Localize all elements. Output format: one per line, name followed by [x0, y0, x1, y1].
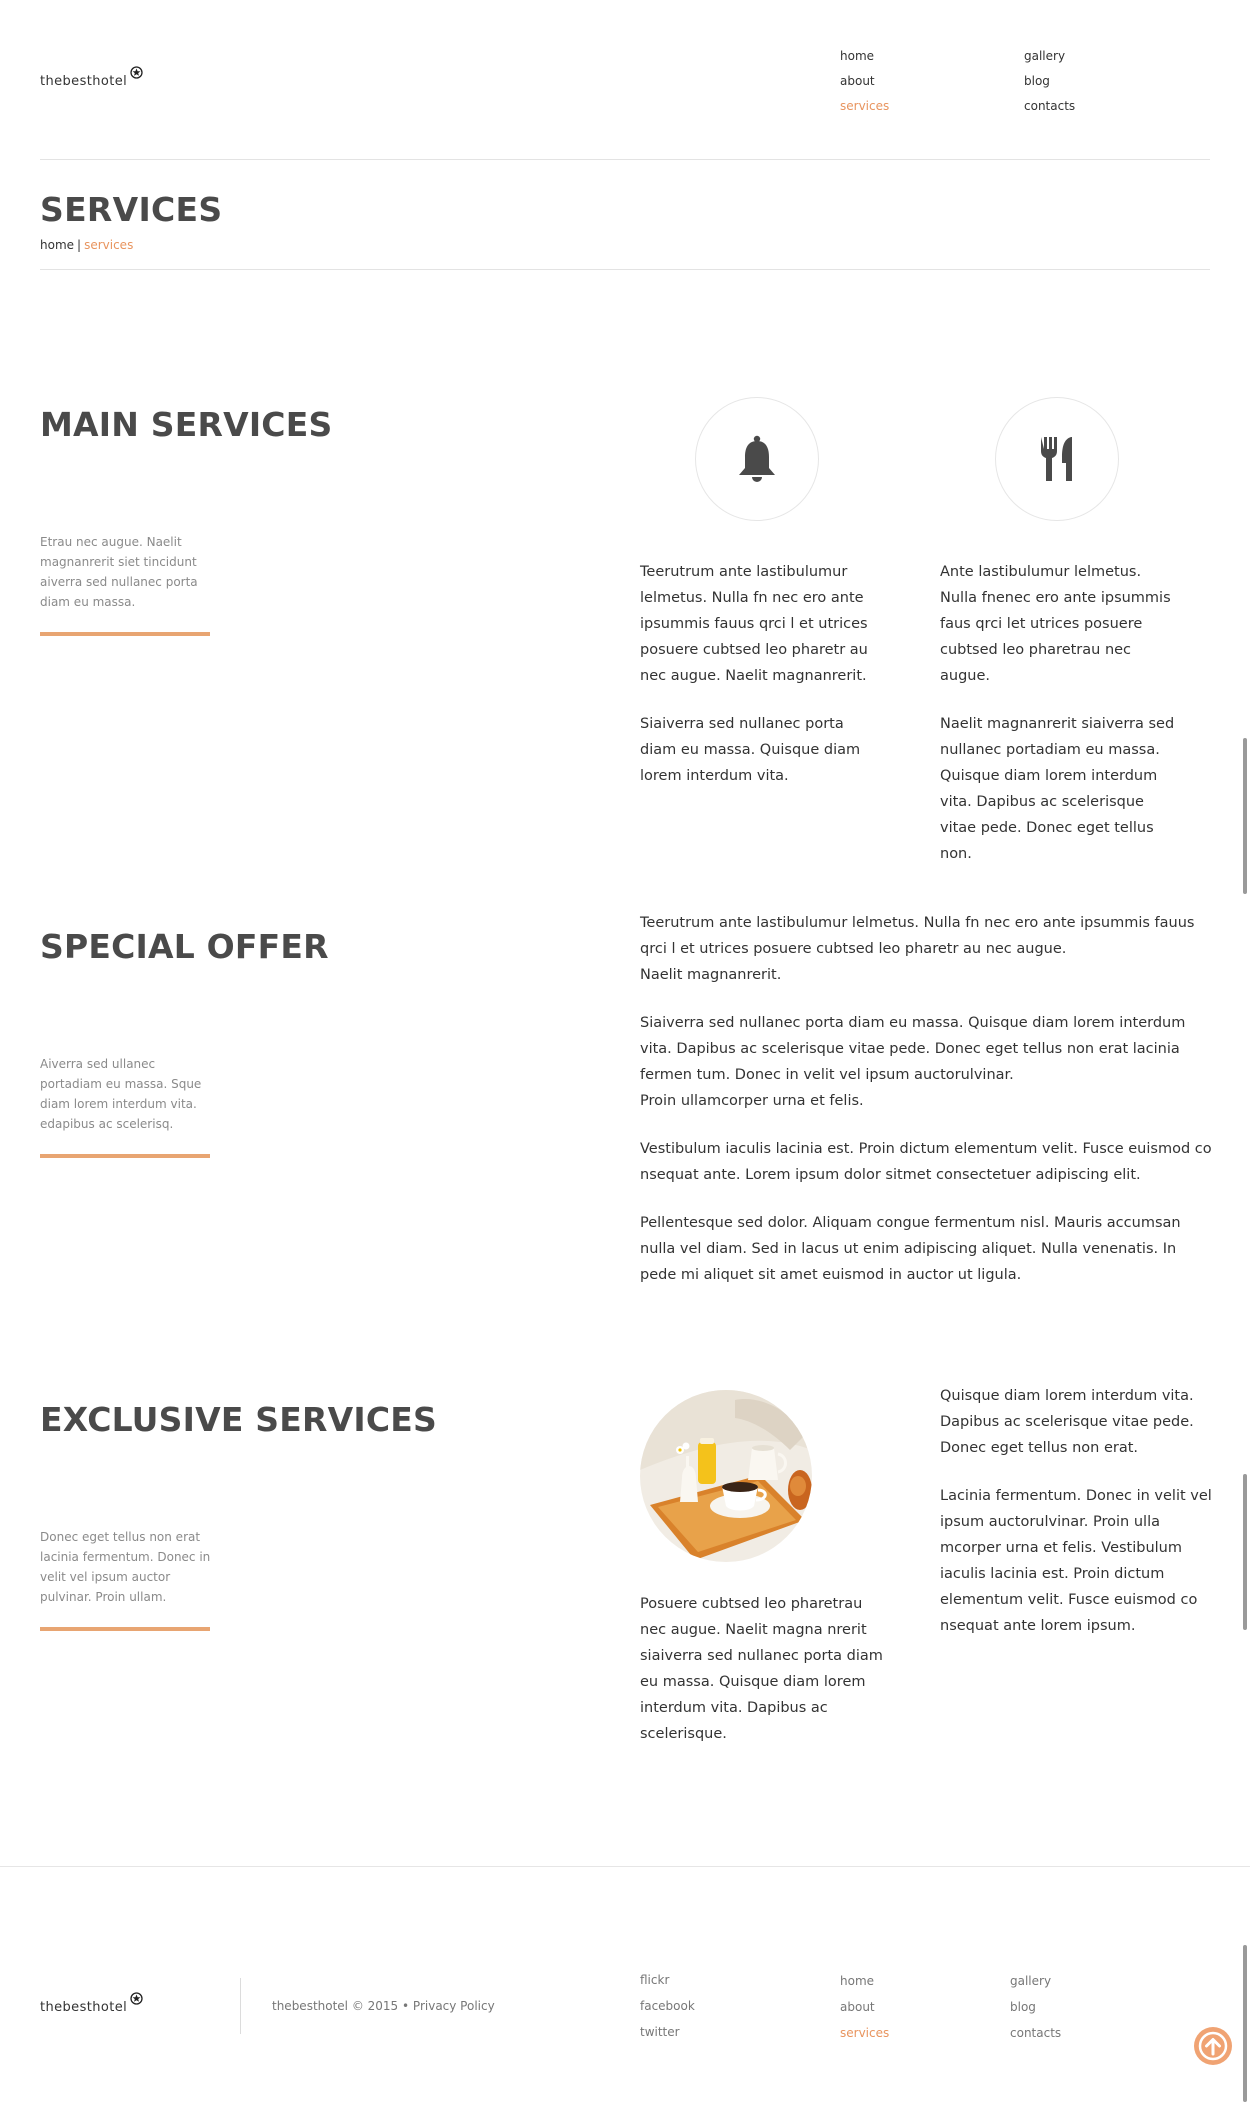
- restaurant-icon-circle: [995, 397, 1119, 521]
- nav-item-home[interactable]: home: [840, 44, 980, 69]
- main-nav-column-1: home about services: [840, 44, 980, 119]
- footer-copyright: thebesthotel © 2015 • Privacy Policy: [272, 1999, 495, 2013]
- special-offer-accent-line: [40, 1154, 210, 1158]
- footer-link-flickr[interactable]: flickr: [640, 1967, 760, 1993]
- footer-logo-text: thebesthotel: [40, 2000, 128, 2015]
- footer-divider: [0, 1866, 1250, 1867]
- breakfast-tray-image: [640, 1390, 812, 1562]
- page-title: SERVICES: [40, 190, 223, 229]
- special-offer-title: SPECIAL OFFER: [40, 927, 329, 966]
- footer-logo[interactable]: thebesthotel: [40, 1992, 143, 2017]
- bell-icon: [739, 435, 775, 482]
- special-offer-text: Teerutrum ante lastibulumur lelmetus. Nu…: [640, 910, 1212, 1288]
- footer-link-facebook[interactable]: facebook: [640, 1993, 760, 2019]
- nav-item-gallery[interactable]: gallery: [1024, 44, 1164, 69]
- main-services-column-1: Teerutrum ante lastibulumur lelmetus. Nu…: [640, 559, 880, 789]
- breadcrumb-current: services: [84, 238, 134, 252]
- footer-nav-blog[interactable]: blog: [1010, 1994, 1130, 2020]
- footer-nav-services[interactable]: services: [840, 2020, 960, 2046]
- main-services-col2-paragraph-2: Naelit magnanrerit siaiverra sed nullane…: [940, 716, 1175, 862]
- back-to-top-button[interactable]: [1194, 2027, 1232, 2065]
- footer-nav-column-1: home about services: [840, 1968, 960, 2046]
- footer-vertical-divider: [240, 1978, 241, 2034]
- exclusive-col2-paragraph-1: Quisque diam lorem interdum vita. Dapibu…: [940, 1388, 1194, 1456]
- footer-nav-contacts[interactable]: contacts: [1010, 2020, 1130, 2046]
- special-offer-paragraph-2: Siaiverra sed nullanec porta diam eu mas…: [640, 1010, 1212, 1114]
- main-services-col2-paragraph-1: Ante lastibulumur lelmetus. Nulla fnenec…: [940, 564, 1171, 684]
- site-logo[interactable]: thebesthotel: [40, 66, 143, 91]
- special-offer-p1-tail: Naelit magnanrerit.: [640, 967, 782, 983]
- main-services-accent-line: [40, 632, 210, 636]
- exclusive-services-column-2: Quisque diam lorem interdum vita. Dapibu…: [940, 1383, 1220, 1639]
- special-offer-paragraph-4: Pellentesque sed dolor. Aliquam congue f…: [640, 1215, 1181, 1283]
- exclusive-services-accent-line: [40, 1627, 210, 1631]
- scrollbar-thumb[interactable]: [1243, 738, 1247, 894]
- special-offer-p2-text: Siaiverra sed nullanec porta diam eu mas…: [640, 1015, 1186, 1083]
- exclusive-col1-paragraph: Posuere cubtsed leo pharetrau nec augue.…: [640, 1596, 883, 1742]
- footer-link-twitter[interactable]: twitter: [640, 2019, 760, 2045]
- special-offer-description: Aiverra sed ullanec portadiam eu massa. …: [40, 1057, 202, 1131]
- footer-social-links: flickr facebook twitter: [640, 1967, 760, 2045]
- special-offer-paragraph-1: Teerutrum ante lastibulumur lelmetus. Nu…: [640, 910, 1212, 988]
- footer-nav-about[interactable]: about: [840, 1994, 960, 2020]
- exclusive-services-column-1: Posuere cubtsed leo pharetrau nec augue.…: [640, 1591, 890, 1747]
- scrollbar-thumb-3[interactable]: [1243, 1945, 1247, 2102]
- fork-knife-icon: [1041, 437, 1072, 481]
- nav-item-blog[interactable]: blog: [1024, 69, 1164, 94]
- main-services-description: Etrau nec augue. Naelit magnanrerit siet…: [40, 535, 198, 609]
- exclusive-services-description: Donec eget tellus non erat lacinia ferme…: [40, 1530, 211, 1604]
- copyright-text: thebesthotel © 2015 •: [272, 1999, 410, 2013]
- arrow-up-circle-icon: [1198, 2031, 1228, 2061]
- main-nav-column-2: gallery blog contacts: [1024, 44, 1164, 119]
- main-services-col1-paragraph-1: Teerutrum ante lastibulumur lelmetus. Nu…: [640, 564, 868, 684]
- nav-item-contacts[interactable]: contacts: [1024, 94, 1164, 119]
- logo-emblem-icon: [130, 66, 143, 83]
- main-services-column-2: Ante lastibulumur lelmetus. Nulla fnenec…: [940, 559, 1180, 867]
- breadcrumb: home | services: [40, 238, 133, 252]
- footer-logo-emblem-icon: [130, 1992, 143, 2009]
- main-services-col1-paragraph-2: Siaiverra sed nullanec porta diam eu mas…: [640, 716, 861, 784]
- special-offer-paragraph-3: Vestibulum iaculis lacinia est. Proin di…: [640, 1141, 1212, 1183]
- logo-text: thebesthotel: [40, 74, 128, 89]
- privacy-policy-link[interactable]: Privacy Policy: [413, 1999, 495, 2013]
- header-divider: [40, 159, 1210, 160]
- exclusive-services-title: EXCLUSIVE SERVICES: [40, 1400, 437, 1439]
- breadcrumb-home[interactable]: home: [40, 238, 74, 252]
- bell-icon-circle: [695, 397, 819, 521]
- footer-nav-gallery[interactable]: gallery: [1010, 1968, 1130, 1994]
- exclusive-col2-paragraph-2: Lacinia fermentum. Donec in velit vel ip…: [940, 1488, 1212, 1634]
- title-divider: [40, 269, 1210, 270]
- special-offer-p1-text: Teerutrum ante lastibulumur lelmetus. Nu…: [640, 915, 1195, 957]
- special-offer-p2-tail: Proin ullamcorper urna et felis.: [640, 1093, 864, 1109]
- main-services-title: MAIN SERVICES: [40, 405, 333, 444]
- nav-item-about[interactable]: about: [840, 69, 980, 94]
- scrollbar-thumb-2[interactable]: [1243, 1474, 1247, 1630]
- breadcrumb-separator: |: [77, 238, 82, 252]
- footer-nav-home[interactable]: home: [840, 1968, 960, 1994]
- footer-nav-column-2: gallery blog contacts: [1010, 1968, 1130, 2046]
- nav-item-services[interactable]: services: [840, 94, 980, 119]
